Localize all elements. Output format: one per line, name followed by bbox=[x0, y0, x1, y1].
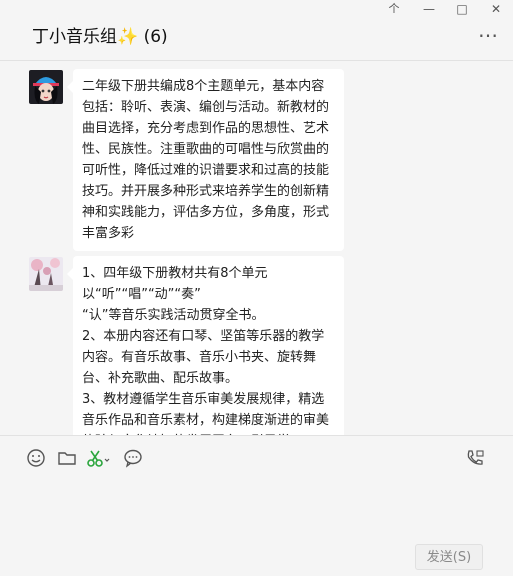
emoji-icon[interactable] bbox=[26, 448, 46, 468]
sender-avatar[interactable] bbox=[29, 70, 63, 104]
chat-header: 丁小音乐组✨ (6) … bbox=[0, 18, 513, 61]
message-bubble[interactable]: 1、四年级下册教材共有8个单元以“听”“唱”“动”“奏” “认”等音乐实践活动贯… bbox=[67, 256, 344, 435]
more-options-button[interactable]: … bbox=[478, 18, 499, 42]
avatar-image bbox=[29, 70, 63, 104]
window-titlebar: 个 — □ ✕ bbox=[0, 0, 513, 18]
message-input[interactable] bbox=[0, 480, 513, 540]
sender-avatar[interactable] bbox=[29, 257, 63, 291]
send-button[interactable]: 发送(S) bbox=[415, 544, 483, 570]
chat-history-icon[interactable] bbox=[123, 448, 143, 468]
avatar-image bbox=[29, 257, 63, 291]
message-bubble[interactable]: 二年级下册共编成8个主题单元，基本内容包括：聆听、表演、编创与活动。新教材的曲目… bbox=[67, 69, 344, 251]
minimize-button[interactable]: — bbox=[414, 0, 444, 18]
close-button[interactable]: ✕ bbox=[481, 0, 511, 18]
message-list[interactable]: 二年级下册共编成8个主题单元，基本内容包括：聆听、表演、编创与活动。新教材的曲目… bbox=[0, 61, 513, 435]
maximize-button[interactable]: □ bbox=[447, 0, 477, 18]
pin-icon[interactable]: 个 bbox=[379, 0, 409, 18]
folder-icon[interactable] bbox=[57, 448, 77, 468]
screenshot-scissors-icon[interactable] bbox=[86, 448, 112, 468]
chat-title: 丁小音乐组✨ (6) bbox=[32, 27, 168, 47]
input-toolbar bbox=[0, 436, 513, 480]
voice-call-icon[interactable] bbox=[465, 448, 485, 468]
